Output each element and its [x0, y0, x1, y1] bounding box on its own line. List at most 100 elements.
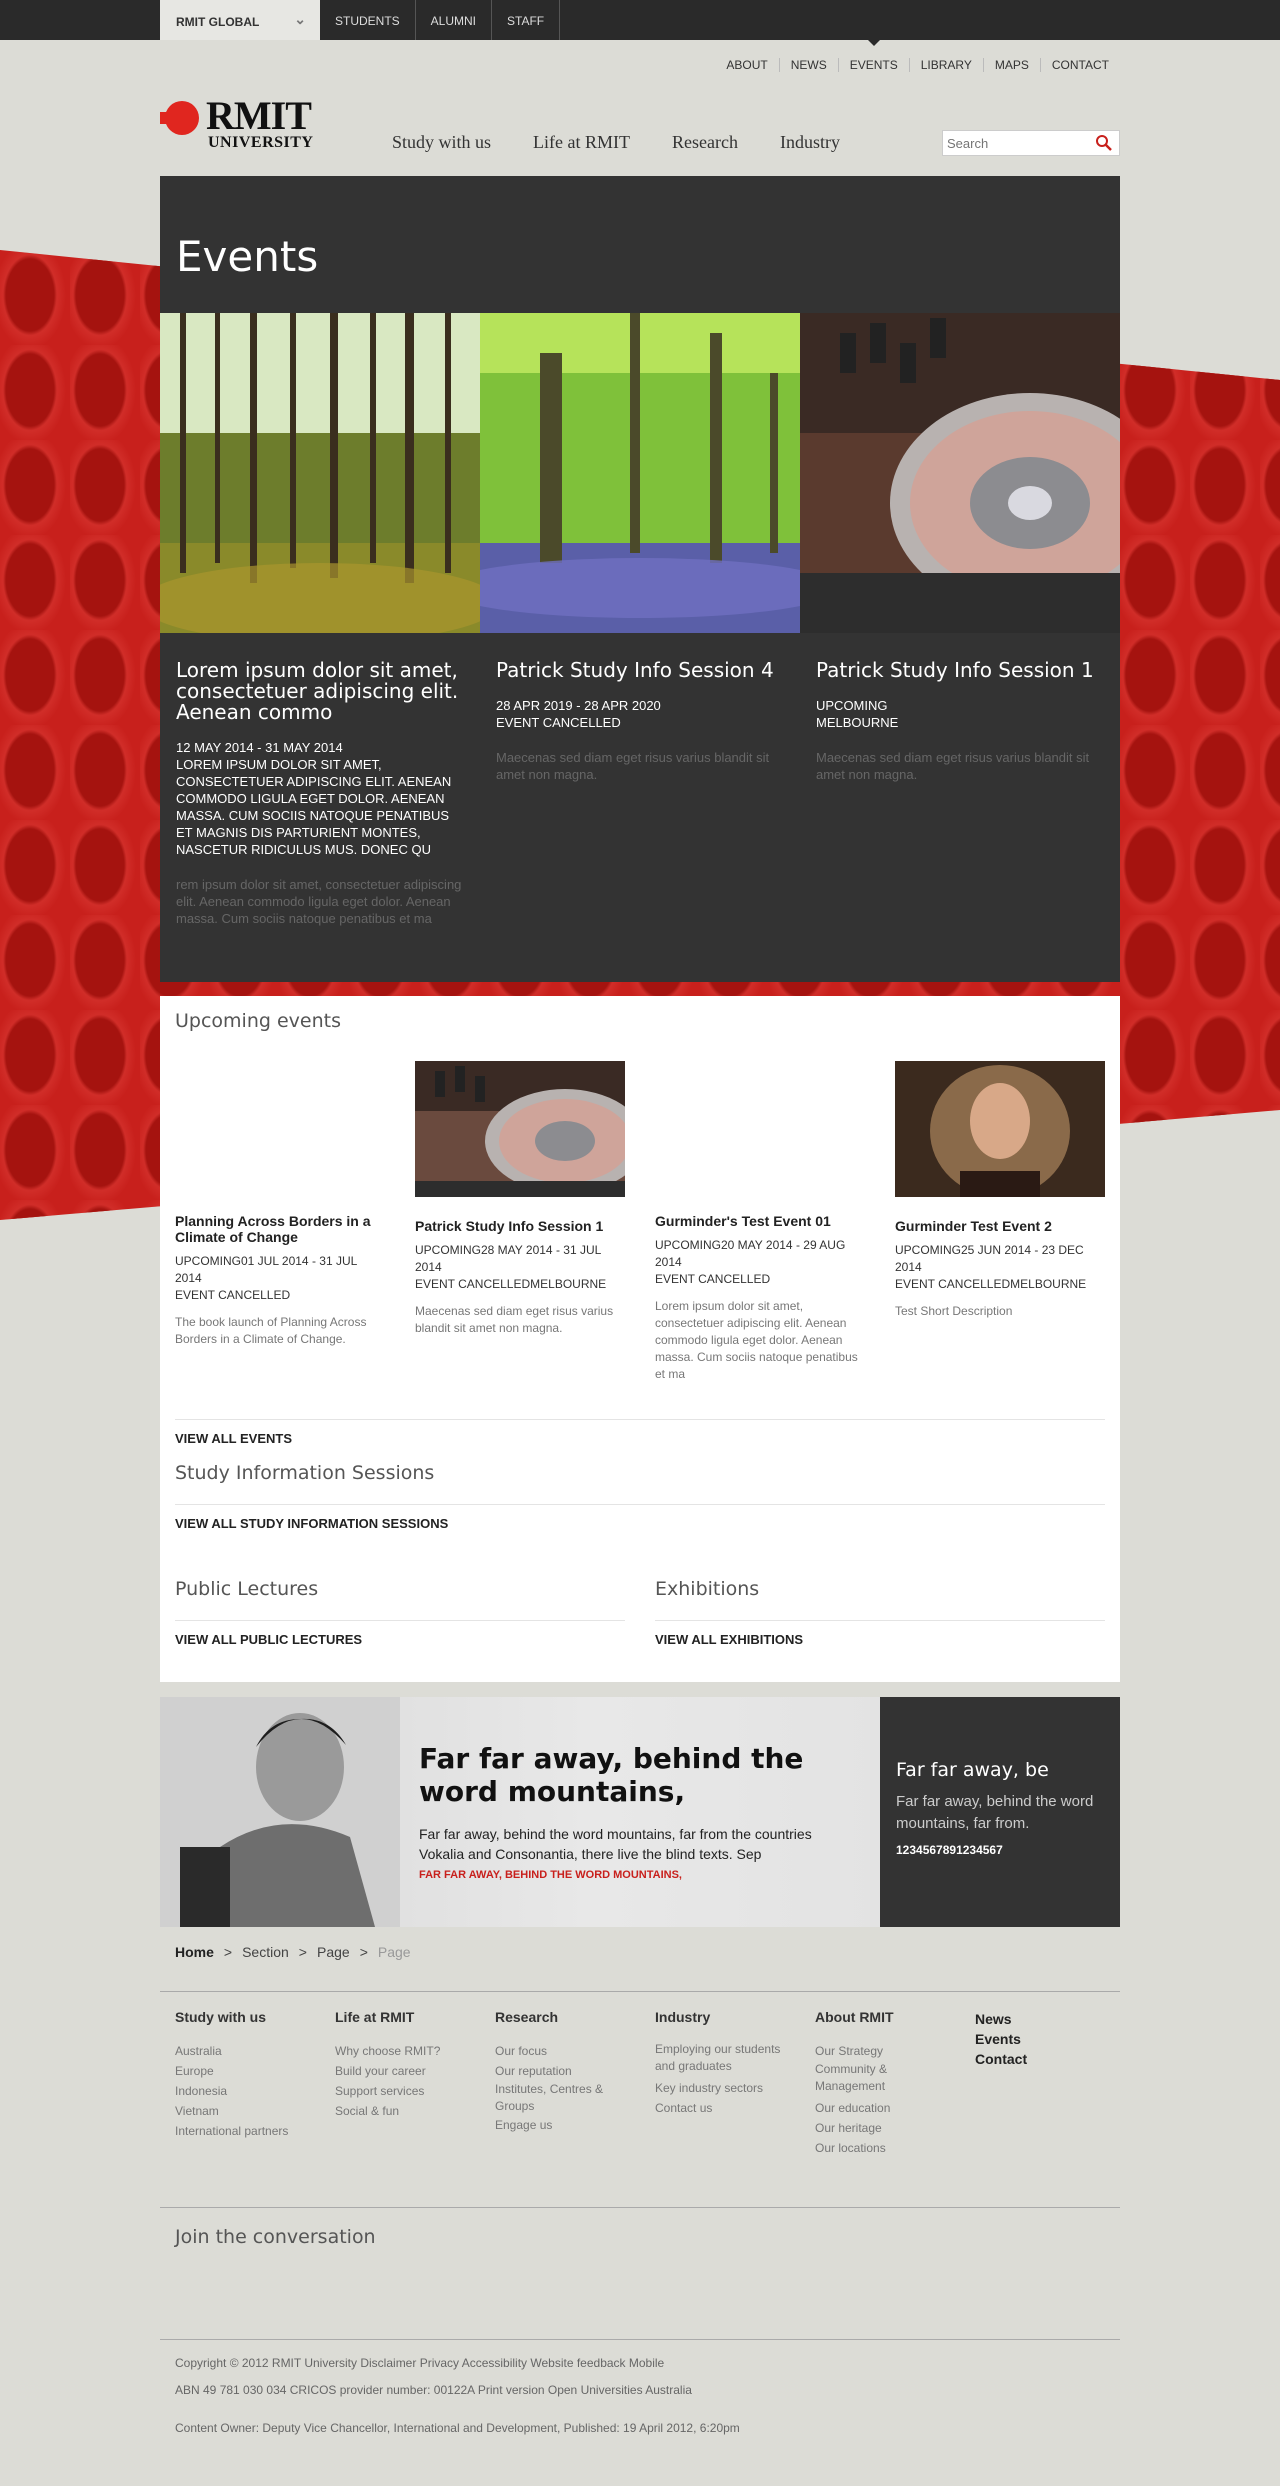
upcoming-event-3[interactable]: Gurminder's Test Event 01 UPCOMING20 MAY… — [655, 1061, 865, 1383]
upcoming-events-heading: Upcoming events — [175, 1010, 341, 1032]
breadcrumb-page[interactable]: Page — [317, 1944, 350, 1960]
audience-global-dropdown[interactable]: RMIT GLOBAL ⌄ — [160, 0, 320, 40]
hero-event-title[interactable]: Lorem ipsum dolor sit amet, consectetuer… — [176, 660, 466, 723]
utility-link-library[interactable]: LIBRARY — [908, 58, 983, 72]
upcoming-event-4[interactable]: Gurminder Test Event 2 UPCOMING25 JUN 20… — [895, 1061, 1105, 1320]
footer-col-heading[interactable]: Research — [495, 2009, 620, 2025]
view-all-study-sessions-link[interactable]: VIEW ALL STUDY INFORMATION SESSIONS — [175, 1516, 448, 1531]
nav-study-with-us[interactable]: Study with us — [392, 132, 491, 153]
breadcrumb: Home > Section > Page > Page — [175, 1944, 411, 1960]
view-all-public-lectures-link[interactable]: VIEW ALL PUBLIC LECTURES — [175, 1632, 362, 1647]
audience-global-label: RMIT GLOBAL — [176, 15, 260, 29]
search-input[interactable] — [943, 131, 1083, 155]
hero-event-2[interactable]: Patrick Study Info Session 4 28 APR 2019… — [496, 660, 786, 783]
view-all-exhibitions-link[interactable]: VIEW ALL EXHIBITIONS — [655, 1632, 803, 1647]
rmit-logo[interactable]: RMIT UNIVERSITY — [160, 93, 325, 156]
footer-link[interactable]: Vietnam — [175, 2101, 315, 2121]
event-title[interactable]: Patrick Study Info Session 1 — [415, 1218, 625, 1234]
footer-link[interactable]: Support services — [335, 2081, 475, 2101]
breadcrumb-section[interactable]: Section — [242, 1944, 289, 1960]
footer-col-research: Research Our focus Our reputation Instit… — [495, 2009, 620, 2135]
footer-link[interactable]: Why choose RMIT? — [335, 2041, 475, 2061]
breadcrumb-home[interactable]: Home — [175, 1944, 214, 1960]
hero-event-3[interactable]: Patrick Study Info Session 1 UPCOMING ME… — [816, 660, 1106, 783]
footer-col-heading[interactable]: Industry — [655, 2009, 790, 2025]
view-all-events-link[interactable]: VIEW ALL EVENTS — [175, 1431, 292, 1446]
footer-link[interactable]: Our heritage — [815, 2118, 925, 2138]
footer-link[interactable]: Employing our students and graduates — [655, 2041, 790, 2075]
footer-col-heading[interactable]: About RMIT — [815, 2009, 925, 2025]
utility-nav: ABOUT NEWS EVENTS LIBRARY MAPS CONTACT — [715, 40, 1120, 72]
footer-link[interactable]: Community & Management — [815, 2061, 925, 2095]
event-thumbnail-empty — [655, 1061, 865, 1197]
main-nav: Study with us Life at RMIT Research Indu… — [392, 132, 840, 153]
footer-link[interactable]: Indonesia — [175, 2081, 315, 2101]
footer-link[interactable]: Institutes, Centres & Groups — [495, 2081, 620, 2115]
nav-life-at-rmit[interactable]: Life at RMIT — [533, 132, 630, 153]
footer-col-study: Study with us Australia Europe Indonesia… — [175, 2009, 315, 2141]
event-title[interactable]: Planning Across Borders in a Climate of … — [175, 1213, 385, 1245]
nav-industry[interactable]: Industry — [780, 132, 840, 153]
event-thumbnail-empty — [175, 1061, 385, 1197]
hero-event-meta: UPCOMING MELBOURNE — [816, 698, 899, 730]
footer-link[interactable]: Australia — [175, 2041, 315, 2061]
study-sessions-heading: Study Information Sessions — [175, 1462, 435, 1484]
promo-banner: Far far away, behind the word mountains,… — [160, 1697, 1120, 1927]
audience-link-staff[interactable]: STAFF — [492, 0, 561, 40]
divider — [175, 1419, 1105, 1420]
turntable-thumbnail[interactable] — [415, 1061, 645, 1197]
upcoming-event-1[interactable]: Planning Across Borders in a Climate of … — [175, 1061, 385, 1348]
footer-link[interactable]: Social & fun — [335, 2101, 475, 2121]
footer-link[interactable]: Engage us — [495, 2115, 620, 2135]
turntable-image[interactable] — [800, 313, 1120, 633]
event-title[interactable]: Gurminder Test Event 2 — [895, 1218, 1105, 1234]
footer-link[interactable]: Our focus — [495, 2041, 620, 2061]
hero-event-title[interactable]: Patrick Study Info Session 1 — [816, 660, 1106, 681]
event-title[interactable]: Gurminder's Test Event 01 — [655, 1213, 865, 1229]
utility-link-contact[interactable]: CONTACT — [1039, 58, 1120, 72]
promo-text: Far far away, behind the word mountains,… — [419, 1826, 812, 1862]
footer-link[interactable]: International partners — [175, 2121, 315, 2141]
logo-name: RMIT — [206, 93, 312, 138]
audience-link-alumni[interactable]: ALUMNI — [416, 0, 493, 40]
promo-cta-link[interactable]: FAR FAR AWAY, BEHIND THE WORD MOUNTAINS, — [419, 1869, 682, 1881]
hero-event-title[interactable]: Patrick Study Info Session 4 — [496, 660, 786, 681]
footer-col-heading[interactable]: Study with us — [175, 2009, 315, 2025]
utility-link-maps[interactable]: MAPS — [982, 58, 1040, 72]
footer-mid-rule — [160, 2207, 1120, 2208]
event-desc: Test Short Description — [895, 1304, 1013, 1318]
portrait-thumbnail[interactable] — [895, 1061, 1105, 1197]
footer-link[interactable]: Our reputation — [495, 2061, 620, 2081]
hero-event-meta: 12 MAY 2014 - 31 MAY 2014 LOREM IPSUM DO… — [176, 740, 452, 857]
footer-col-heading[interactable]: Life at RMIT — [335, 2009, 475, 2025]
rmit-pixel-mark-icon — [160, 101, 199, 135]
nav-research[interactable]: Research — [672, 132, 738, 153]
audience-bar: RMIT GLOBAL ⌄ STUDENTS ALUMNI STAFF — [0, 0, 1280, 40]
audience-link-students[interactable]: STUDENTS — [320, 0, 416, 40]
promo-side-title: Far far away, be — [896, 1759, 1049, 1781]
footer-link[interactable]: Key industry sectors — [655, 2078, 790, 2098]
utility-link-about[interactable]: ABOUT — [715, 58, 778, 72]
upcoming-event-2[interactable]: Patrick Study Info Session 1 UPCOMING28 … — [415, 1061, 645, 1337]
footer-quick-news[interactable]: News — [975, 2009, 1115, 2029]
divider — [175, 1504, 1105, 1505]
forest-image[interactable] — [160, 313, 480, 633]
footer-link[interactable]: Our locations — [815, 2138, 925, 2158]
footer-quick-events[interactable]: Events — [975, 2029, 1115, 2049]
hero-event-desc: Maecenas sed diam eget risus varius blan… — [816, 750, 1090, 782]
footer-link[interactable]: Contact us — [655, 2098, 790, 2118]
hero-event-1[interactable]: Lorem ipsum dolor sit amet, consectetuer… — [176, 660, 466, 927]
footer-col-about: About RMIT Our Strategy Community & Mana… — [815, 2009, 925, 2158]
legal-links[interactable]: Copyright © 2012 RMIT University Disclai… — [175, 2356, 664, 2370]
utility-link-news[interactable]: NEWS — [778, 58, 838, 72]
utility-link-events[interactable]: EVENTS — [837, 40, 909, 72]
footer-link[interactable]: Our Strategy — [815, 2041, 925, 2061]
breadcrumb-separator: > — [359, 1944, 368, 1960]
footer-link[interactable]: Our education — [815, 2098, 925, 2118]
footer-quick-contact[interactable]: Contact — [975, 2049, 1115, 2069]
footer-link[interactable]: Build your career — [335, 2061, 475, 2081]
bluebell-forest-image[interactable] — [480, 313, 800, 633]
footer-link[interactable]: Europe — [175, 2061, 315, 2081]
search-icon[interactable] — [1095, 134, 1113, 152]
content-owner: Content Owner: Deputy Vice Chancellor, I… — [175, 2421, 740, 2435]
